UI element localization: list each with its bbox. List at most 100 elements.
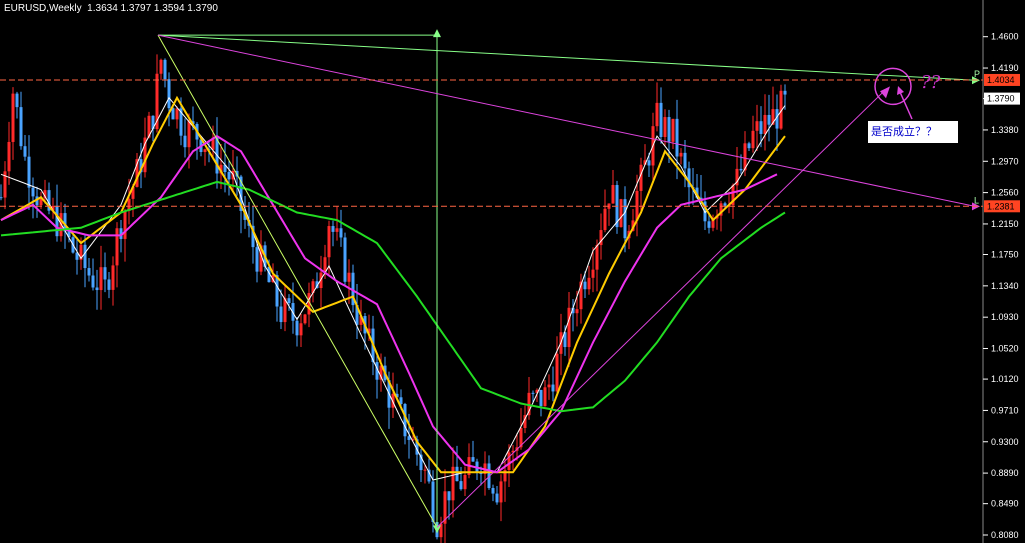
candle-body xyxy=(583,281,587,290)
price-tick-label: 0.8080 xyxy=(991,530,1019,540)
candle-body xyxy=(575,309,579,314)
price-chart[interactable]: 1.4600 1.4190 1.3790 1.3380 1.2970 1.2560 1.21… xyxy=(0,0,1025,543)
candle-body xyxy=(91,275,95,288)
candle-body xyxy=(107,279,111,290)
candle-body xyxy=(595,245,599,270)
candle-body xyxy=(759,121,763,134)
candle-body xyxy=(27,156,31,188)
current-price-label: 1.3790 xyxy=(987,94,1015,104)
price-tick-label: 1.1750 xyxy=(991,250,1019,260)
candle-body xyxy=(459,481,463,490)
candle-body xyxy=(19,107,23,147)
candle-body xyxy=(751,130,755,149)
candle-body xyxy=(423,469,427,471)
candle-body xyxy=(183,135,187,148)
candle-body xyxy=(763,114,767,134)
symbol-label: EURUSD,Weekly xyxy=(4,3,82,14)
candle-body xyxy=(343,237,347,282)
candle-body xyxy=(491,488,495,494)
candle-body xyxy=(591,269,595,278)
candle-body xyxy=(15,93,19,108)
candle-body xyxy=(203,149,207,152)
candle-body xyxy=(587,277,591,290)
candle-body xyxy=(675,118,679,157)
candle-body xyxy=(723,203,727,206)
candle-body xyxy=(655,102,659,127)
price-tick-label: 0.9300 xyxy=(991,437,1019,447)
candle-body xyxy=(287,298,291,304)
candle-body xyxy=(683,152,687,169)
candle-body xyxy=(671,118,675,142)
level-marker-l: L xyxy=(974,195,979,205)
candle-body xyxy=(783,90,787,95)
price-tick-label: 1.2150 xyxy=(991,219,1019,229)
candle-body xyxy=(623,199,627,239)
candle-body xyxy=(111,265,115,290)
candle-body xyxy=(279,306,283,323)
candle-body xyxy=(31,187,35,197)
candle-body xyxy=(667,117,671,142)
candle-body xyxy=(539,389,543,407)
candle-body xyxy=(507,452,511,471)
open-value: 1.3634 xyxy=(87,3,118,14)
candle-body xyxy=(755,121,759,131)
price-tick-label: 1.4190 xyxy=(991,63,1019,73)
candle-body xyxy=(347,272,351,282)
price-tick-label: 1.0520 xyxy=(991,344,1019,354)
candle-body xyxy=(543,387,547,407)
high-value: 1.3797 xyxy=(120,3,152,14)
candle-body xyxy=(707,221,711,228)
question-marks: ?? xyxy=(921,72,941,93)
candle-body xyxy=(647,160,651,166)
candle-body xyxy=(87,268,91,276)
candle-body xyxy=(739,168,743,171)
candle-body xyxy=(295,320,299,336)
candle-body xyxy=(299,323,303,336)
candle-body xyxy=(163,59,167,80)
candle-body xyxy=(275,275,279,307)
price-tick-label: 1.4600 xyxy=(991,32,1019,42)
candle-body xyxy=(431,481,435,523)
candle-body xyxy=(531,392,535,394)
candle-body xyxy=(167,79,171,109)
candle-body xyxy=(499,481,503,503)
candle-body xyxy=(611,185,615,204)
candle-body xyxy=(187,121,191,148)
candle-body xyxy=(11,93,15,142)
candle-body xyxy=(555,353,559,392)
candle-body xyxy=(99,267,103,291)
candle-body xyxy=(335,228,339,232)
candle-body xyxy=(227,172,231,180)
price-tick-label: 0.9710 xyxy=(991,405,1019,415)
candle-body xyxy=(331,226,335,232)
level-marker-p: P xyxy=(974,69,980,79)
candle-body xyxy=(123,210,127,239)
candle-body xyxy=(327,226,331,258)
candle-body xyxy=(663,117,667,137)
candle-body xyxy=(567,307,571,348)
candle-body xyxy=(471,457,475,462)
candle-body xyxy=(339,228,343,238)
candle-body xyxy=(23,146,27,157)
price-tick-label: 1.1340 xyxy=(991,281,1019,291)
candle-body xyxy=(603,208,607,231)
candle-body xyxy=(115,228,119,266)
price-tick-label: 1.3380 xyxy=(991,125,1019,135)
candle-body xyxy=(175,108,179,120)
level-tag-label: 1.4034 xyxy=(987,75,1015,85)
candle-body xyxy=(55,205,59,237)
candle-body xyxy=(103,267,107,280)
candle-body xyxy=(95,287,99,291)
candle-body xyxy=(171,108,175,120)
candle-body xyxy=(463,474,467,490)
candle-body xyxy=(495,493,499,503)
chart-header: EURUSD,Weekly 1.3634 1.3797 1.3594 1.379… xyxy=(4,3,218,14)
candle-body xyxy=(767,114,771,125)
candle-body xyxy=(747,143,751,149)
price-tick-label: 0.8890 xyxy=(991,468,1019,478)
candle-body xyxy=(159,59,163,74)
candle-body xyxy=(551,384,555,392)
price-tick-label: 1.2560 xyxy=(991,188,1019,198)
price-tick-label: 1.0930 xyxy=(991,312,1019,322)
candle-body xyxy=(7,141,11,172)
